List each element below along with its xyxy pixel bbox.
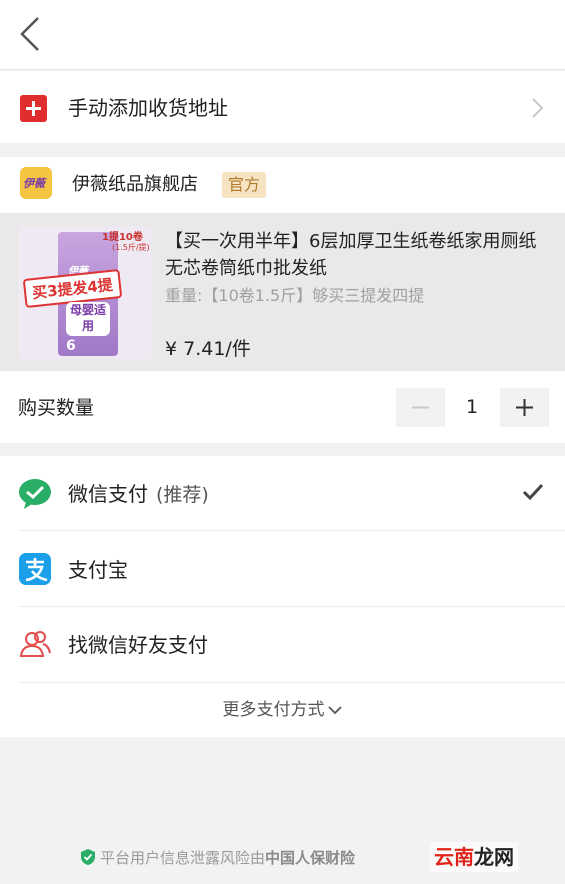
- add-address-label: 手动添加收货地址: [68, 96, 228, 120]
- watermark: 云南龙网: [430, 842, 518, 872]
- top-bar: [0, 0, 565, 70]
- wechat-pay-icon: [19, 479, 51, 509]
- back-button[interactable]: [14, 14, 54, 54]
- product-title: 【买一次用半年】6层加厚卫生纸卷纸家用厕纸无芯卷筒纸巾批发纸: [165, 231, 537, 279]
- chevron-right-icon: [532, 98, 544, 118]
- more-payment-methods[interactable]: 更多支付方式: [0, 696, 565, 724]
- chevron-left-icon: [20, 17, 39, 51]
- shield-check-icon: [81, 849, 95, 865]
- shop-logo: 伊薇: [20, 167, 52, 199]
- payment-label-wechat: 微信支付 (推荐): [68, 482, 209, 506]
- check-icon: [522, 483, 544, 501]
- quantity-value[interactable]: 1: [448, 393, 496, 421]
- quantity-label: 购买数量: [18, 397, 95, 419]
- product-price: ¥ 7.41/件: [165, 338, 251, 360]
- friends-icon: [19, 631, 51, 657]
- divider: [18, 530, 565, 531]
- product-spec: 重量:【10卷1.5斤】够买三提发四提: [165, 286, 425, 305]
- divider: [18, 682, 565, 683]
- plus-icon: [20, 95, 47, 122]
- shop-name[interactable]: 伊薇纸品旗舰店: [72, 172, 198, 198]
- payment-label-alipay: 支付宝: [68, 558, 128, 582]
- chevron-down-icon: [327, 706, 342, 715]
- quantity-increase-button[interactable]: [500, 388, 549, 427]
- insurance-notice: 平台用户信息泄露风险由中国人保财险: [80, 846, 355, 870]
- product-image[interactable]: 1提10卷 (1.5斤/提) 伊薇 买3提发4提 母婴适用 6: [18, 226, 151, 359]
- minus-icon: [412, 406, 429, 409]
- plus-icon: [516, 399, 533, 416]
- divider: [18, 606, 565, 607]
- quantity-decrease-button[interactable]: [396, 388, 445, 427]
- payment-label-friend: 找微信好友支付: [68, 633, 208, 657]
- official-badge: 官方: [222, 172, 267, 198]
- alipay-icon: [19, 553, 51, 585]
